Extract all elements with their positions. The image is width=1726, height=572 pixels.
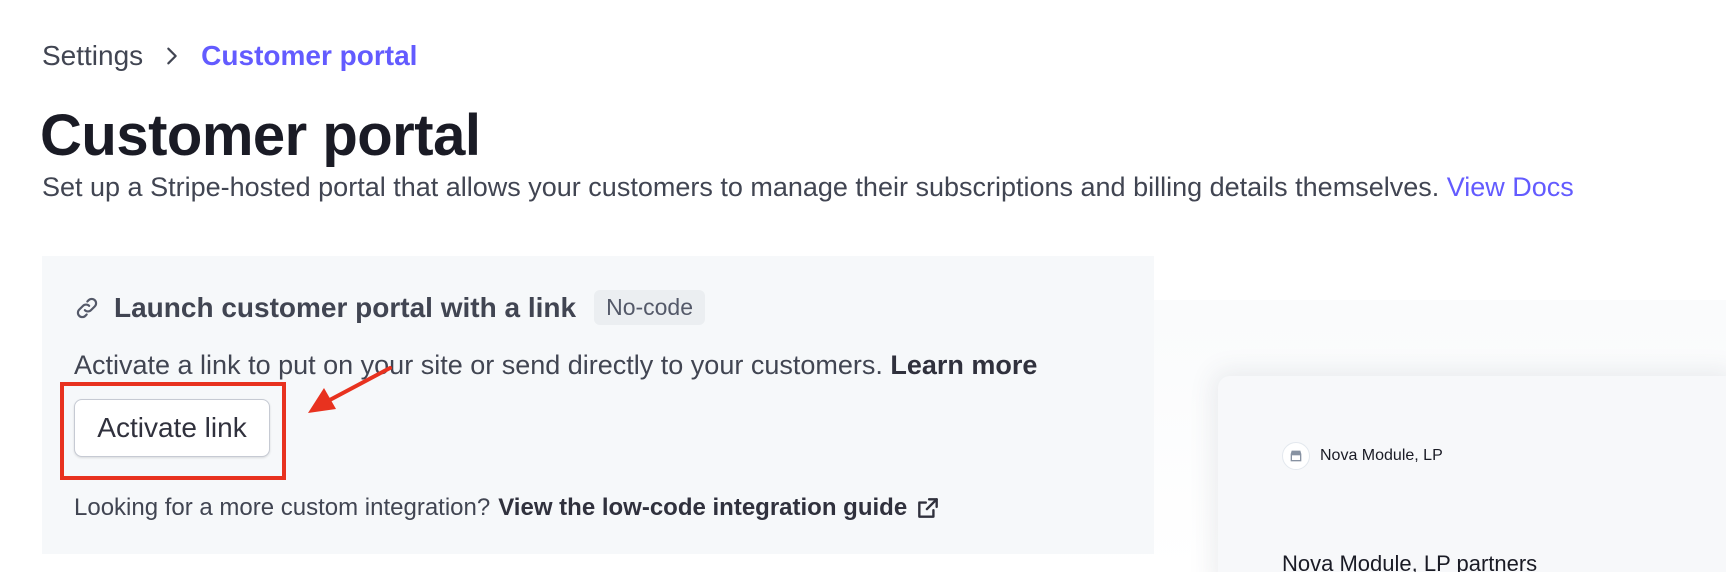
preview-merchant-name: Nova Module, LP [1320,447,1443,464]
external-link-icon[interactable] [915,495,941,521]
annotation-arrow [308,366,392,413]
breadcrumb-settings-link[interactable]: Settings [42,40,143,72]
page-subtitle: Set up a Stripe-hosted portal that allow… [42,172,1574,203]
store-icon [1282,442,1310,470]
customer-portal-page: Settings Customer portal Customer portal… [0,0,1726,572]
preview-heading: Nova Module, LP partners [1282,551,1538,572]
card-title: Launch customer portal with a link [114,291,577,323]
link-icon [74,295,100,321]
no-code-badge: No-code [594,290,706,325]
card-description-text: Activate a link to put on your site or s… [74,350,883,380]
chevron-right-icon [161,45,183,67]
page-title: Customer portal [40,103,481,168]
annotation-highlight-box [60,382,286,480]
link-portal-card: Launch customer portal with a link No-co… [42,256,1154,554]
portal-preview: Nova Module, LP Nova Module, LP partners [1218,376,1726,572]
view-docs-link[interactable]: View Docs [1447,172,1574,202]
card-description: Activate a link to put on your site or s… [74,350,1037,381]
card-header: Launch customer portal with a link No-co… [74,290,706,325]
card-footer: Looking for a more custom integration? V… [74,494,941,522]
integration-guide-link[interactable]: View the low-code integration guide [498,494,907,522]
breadcrumb: Settings Customer portal [42,40,417,72]
preview-merchant: Nova Module, LP [1282,442,1443,470]
card-footer-text: Looking for a more custom integration? [74,494,491,521]
breadcrumb-current[interactable]: Customer portal [201,40,417,72]
page-subtitle-text: Set up a Stripe-hosted portal that allow… [42,172,1440,202]
learn-more-link[interactable]: Learn more [890,350,1037,380]
